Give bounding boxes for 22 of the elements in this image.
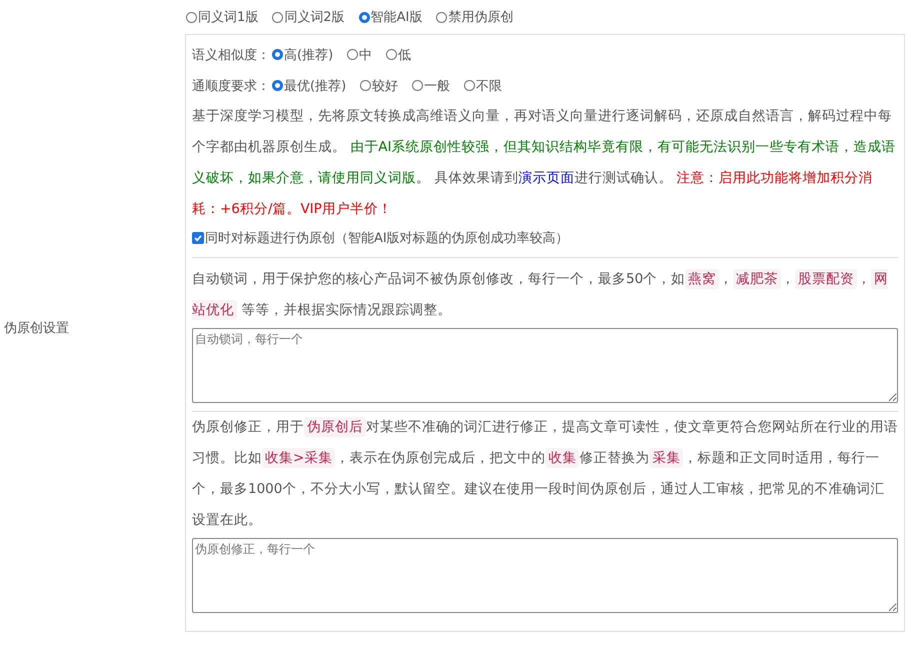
option-radio[interactable]: 中 xyxy=(347,46,372,64)
correction-field[interactable]: 伪原创修正，每行一个 xyxy=(192,538,898,613)
option-radio[interactable]: 低 xyxy=(386,46,412,64)
mode-radio[interactable]: 同义词2版 xyxy=(272,8,345,26)
title-checkbox[interactable]: 同时对标题进行伪原创（智能AI版对标题的伪原创成功率较高） xyxy=(192,225,569,251)
mode-radio[interactable]: 智能AI版 xyxy=(358,8,422,26)
section-label: 伪原创设置 xyxy=(4,320,69,337)
correction-description: 伪原创修正，用于 伪原创后 对某些不准确的词汇进行修正，提高文章可读性，使文章更符合您网站所在行业的用语习惯。比如 收集>采集 ，表示在伪原创完成后，把文中的 收集 修正替换为 采集 ，标题和正文同时适用，每行一个，最多1000个，不分大小写，默认留空。建议在使用一段时间伪原创后，通过人工审核，把常见的不准确词汇设置在此。 xyxy=(192,416,898,530)
ai-description: 基于深度学习模型，先将原文转换成高维语义向量，再对语义向量进行逐词解码，还原成自然语言，解码过程中每个字都由机器原创生成。 由于AI系统原创性较强，但其知识结构毕竟有限，有可能无法识别一些专有术语，造成语义破坏，如果介意，请使用同义词版。 具体效果请到演示页面进行测试确认。 注意：启用此功能将增加积分消耗：+6积分/篇。VIP用户半价！ xyxy=(192,107,897,219)
mode-radio[interactable]: 禁用伪原创 xyxy=(436,8,514,26)
checkmark-icon xyxy=(193,233,203,243)
option-radio[interactable]: 较好 xyxy=(360,76,398,94)
lock-words-field[interactable]: 自动锁词，每行一个 xyxy=(192,328,898,403)
option-label: 通顺度要求： xyxy=(192,78,270,94)
option-radio[interactable]: 高(推荐) xyxy=(272,46,334,64)
option-radio[interactable]: 一般 xyxy=(412,76,450,94)
mode-radio[interactable]: 同义词1版 xyxy=(186,8,258,26)
demo-page-link[interactable]: 演示页面 xyxy=(518,170,574,186)
lock-words-description: 自动锁词，用于保护您的核心产品词不被伪原创修改，每行一个，最多50个，如 燕窝 ， 减肥茶 ， 股票配资 ， 网站优化 等等，并根据实际情况跟踪调整。 xyxy=(192,268,890,322)
option-label: 语义相似度： xyxy=(192,46,270,64)
option-radio[interactable]: 不限 xyxy=(464,76,502,94)
option-radio[interactable]: 最优(推荐) xyxy=(272,76,346,94)
